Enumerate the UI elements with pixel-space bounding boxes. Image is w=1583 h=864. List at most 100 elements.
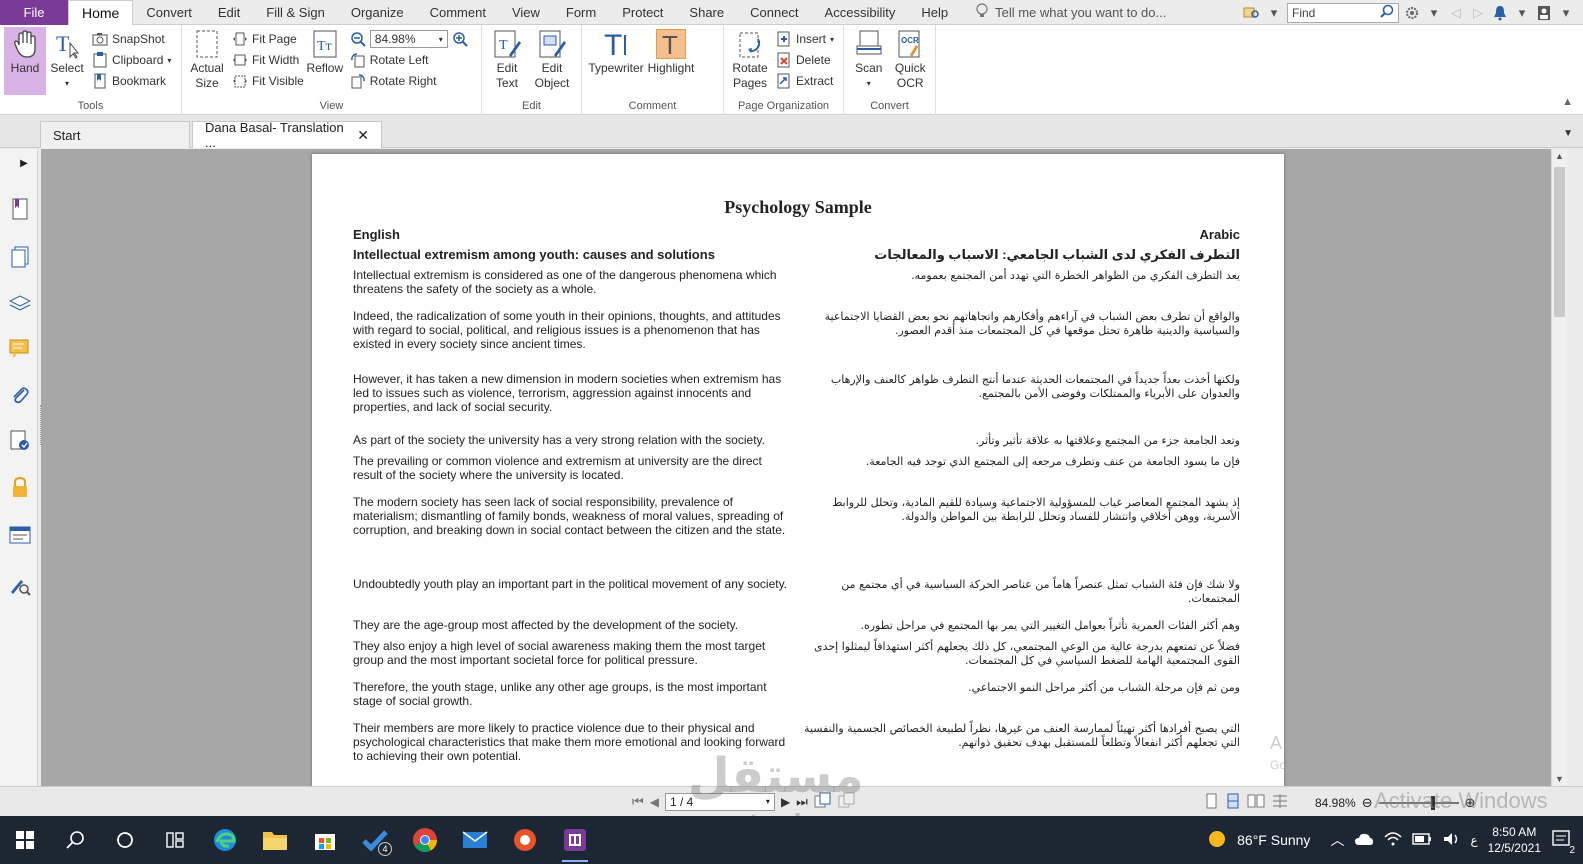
fit-visible-button[interactable]: Fit Visible: [232, 72, 304, 90]
pdf-editor-app-icon[interactable]: [550, 816, 600, 864]
clipboard-button[interactable]: Clipboard ▾: [92, 51, 171, 69]
forward-arrow-icon[interactable]: ▷: [1469, 4, 1487, 22]
menu-comment[interactable]: Comment: [417, 0, 499, 25]
vertical-scrollbar[interactable]: ▲ ▼: [1551, 149, 1567, 786]
comments-panel-icon[interactable]: [8, 337, 32, 361]
bookmarks-panel-icon[interactable]: [8, 197, 32, 221]
copy-page-icon[interactable]: [814, 792, 832, 811]
scrollbar-thumb[interactable]: [1554, 167, 1565, 317]
fit-page-button[interactable]: Fit Page: [232, 30, 304, 48]
facing-view-icon[interactable]: [1247, 793, 1265, 812]
dropdown-icon[interactable]: ▾: [1425, 4, 1443, 22]
scroll-down-icon[interactable]: ▼: [1555, 774, 1564, 784]
tell-me-text: Tell me what you want to do...: [995, 4, 1167, 20]
chevron-up-icon[interactable]: ︿: [1330, 830, 1344, 850]
insert-label: Insert: [796, 32, 827, 46]
first-page-icon[interactable]: ⏮: [632, 794, 644, 810]
menu-convert[interactable]: Convert: [133, 0, 205, 25]
zoom-slider[interactable]: [1378, 795, 1459, 810]
zoom-in-icon[interactable]: ⊕: [1465, 795, 1476, 811]
menu-protect[interactable]: Protect: [609, 0, 676, 25]
file-explorer-icon[interactable]: [250, 816, 300, 864]
attachments-panel-icon[interactable]: [8, 383, 32, 407]
dropdown-icon[interactable]: ▾: [1513, 4, 1531, 22]
menu-share[interactable]: Share: [676, 0, 737, 25]
menu-fill-sign[interactable]: Fill & Sign: [253, 0, 338, 25]
layers-panel-icon[interactable]: [8, 291, 32, 315]
menu-organize[interactable]: Organize: [338, 0, 417, 25]
zoom-out-icon[interactable]: ⊖: [1362, 795, 1373, 811]
tab-current-document[interactable]: Dana Basal- Translation ... ✕: [192, 120, 382, 150]
fit-width-icon: [232, 52, 248, 68]
search-icon[interactable]: [50, 816, 100, 864]
wifi-icon[interactable]: [1384, 831, 1402, 850]
search-options-icon[interactable]: [1243, 4, 1261, 22]
signatures-panel-icon[interactable]: [8, 429, 32, 453]
task-view-icon[interactable]: [150, 816, 200, 864]
actual-size-label-2: Size: [195, 76, 219, 90]
menu-home[interactable]: Home: [68, 0, 134, 26]
page-number-input[interactable]: 1 / 4 ▾: [664, 792, 775, 811]
volume-icon[interactable]: [1442, 831, 1460, 850]
gear-icon[interactable]: [1403, 4, 1421, 22]
zoom-slider-knob[interactable]: [1430, 795, 1435, 810]
user-icon[interactable]: [1535, 4, 1553, 22]
delete-button[interactable]: Delete: [776, 51, 834, 69]
tabs-dropdown-icon[interactable]: ▼: [1563, 128, 1573, 139]
rotate-right-button[interactable]: Rotate Right: [350, 72, 468, 90]
todo-app-icon[interactable]: 4: [350, 816, 400, 864]
continuous-view-icon[interactable]: [1225, 793, 1241, 812]
previous-page-icon[interactable]: ◀: [650, 795, 659, 809]
mail-icon[interactable]: [450, 816, 500, 864]
bookmark-button[interactable]: Bookmark: [92, 72, 171, 90]
extract-button[interactable]: Extract: [776, 72, 834, 90]
dropdown-icon[interactable]: ▾: [1265, 4, 1283, 22]
zoom-out-icon[interactable]: [350, 31, 366, 47]
tab-start[interactable]: Start: [40, 121, 190, 148]
close-icon[interactable]: ✕: [357, 127, 369, 144]
menu-edit[interactable]: Edit: [205, 0, 253, 25]
cloud-icon[interactable]: [1354, 832, 1374, 849]
edge-browser-icon[interactable]: [200, 816, 250, 864]
continuous-facing-view-icon[interactable]: [1271, 793, 1289, 812]
single-page-view-icon[interactable]: [1203, 793, 1219, 812]
store-icon[interactable]: [300, 816, 350, 864]
menu-connect[interactable]: Connect: [737, 0, 811, 25]
user-search-icon[interactable]: [8, 573, 32, 597]
last-page-icon[interactable]: ⏭: [796, 794, 808, 810]
collapse-ribbon-icon[interactable]: ▲: [1562, 96, 1573, 108]
form-fields-panel-icon[interactable]: [8, 523, 32, 547]
keyboard-language-icon[interactable]: ع: [1470, 833, 1477, 847]
hand-tool-button[interactable]: Hand: [4, 27, 46, 95]
notifications-icon[interactable]: 2: [1551, 829, 1575, 856]
tell-me-search[interactable]: Tell me what you want to do...: [975, 2, 1167, 22]
menu-accessibility[interactable]: Accessibility: [812, 0, 909, 25]
paste-page-icon[interactable]: [838, 792, 856, 811]
battery-icon[interactable]: [1412, 832, 1432, 848]
chrome-icon[interactable]: [400, 816, 450, 864]
dropdown-icon[interactable]: ▾: [1557, 4, 1575, 22]
fit-width-button[interactable]: Fit Width: [232, 51, 304, 69]
scroll-up-icon[interactable]: ▲: [1555, 151, 1564, 161]
lock-icon[interactable]: [8, 475, 32, 499]
cortana-icon[interactable]: [100, 816, 150, 864]
menu-help[interactable]: Help: [908, 0, 961, 25]
next-page-icon[interactable]: ▶: [781, 795, 790, 809]
rotate-left-button[interactable]: Rotate Left: [350, 51, 468, 69]
find-input[interactable]: Find: [1287, 2, 1399, 23]
menu-form[interactable]: Form: [553, 0, 609, 25]
back-arrow-icon[interactable]: ◁: [1447, 4, 1465, 22]
snapshot-button[interactable]: SnapShot: [92, 30, 171, 48]
weather-text[interactable]: 86°F Sunny: [1237, 832, 1310, 848]
screen-recorder-icon[interactable]: [500, 816, 550, 864]
clock[interactable]: 8:50 AM 12/5/2021: [1488, 824, 1541, 856]
expand-panel-icon[interactable]: ▶: [12, 151, 36, 175]
insert-button[interactable]: Insert ▾: [776, 30, 834, 48]
bell-icon[interactable]: [1491, 4, 1509, 22]
zoom-in-icon[interactable]: [452, 31, 468, 47]
pages-panel-icon[interactable]: [8, 245, 32, 269]
file-menu[interactable]: File: [0, 0, 68, 25]
menu-view[interactable]: View: [499, 0, 553, 25]
zoom-input[interactable]: 84.98% ▾: [369, 30, 448, 48]
start-button[interactable]: [0, 816, 50, 864]
